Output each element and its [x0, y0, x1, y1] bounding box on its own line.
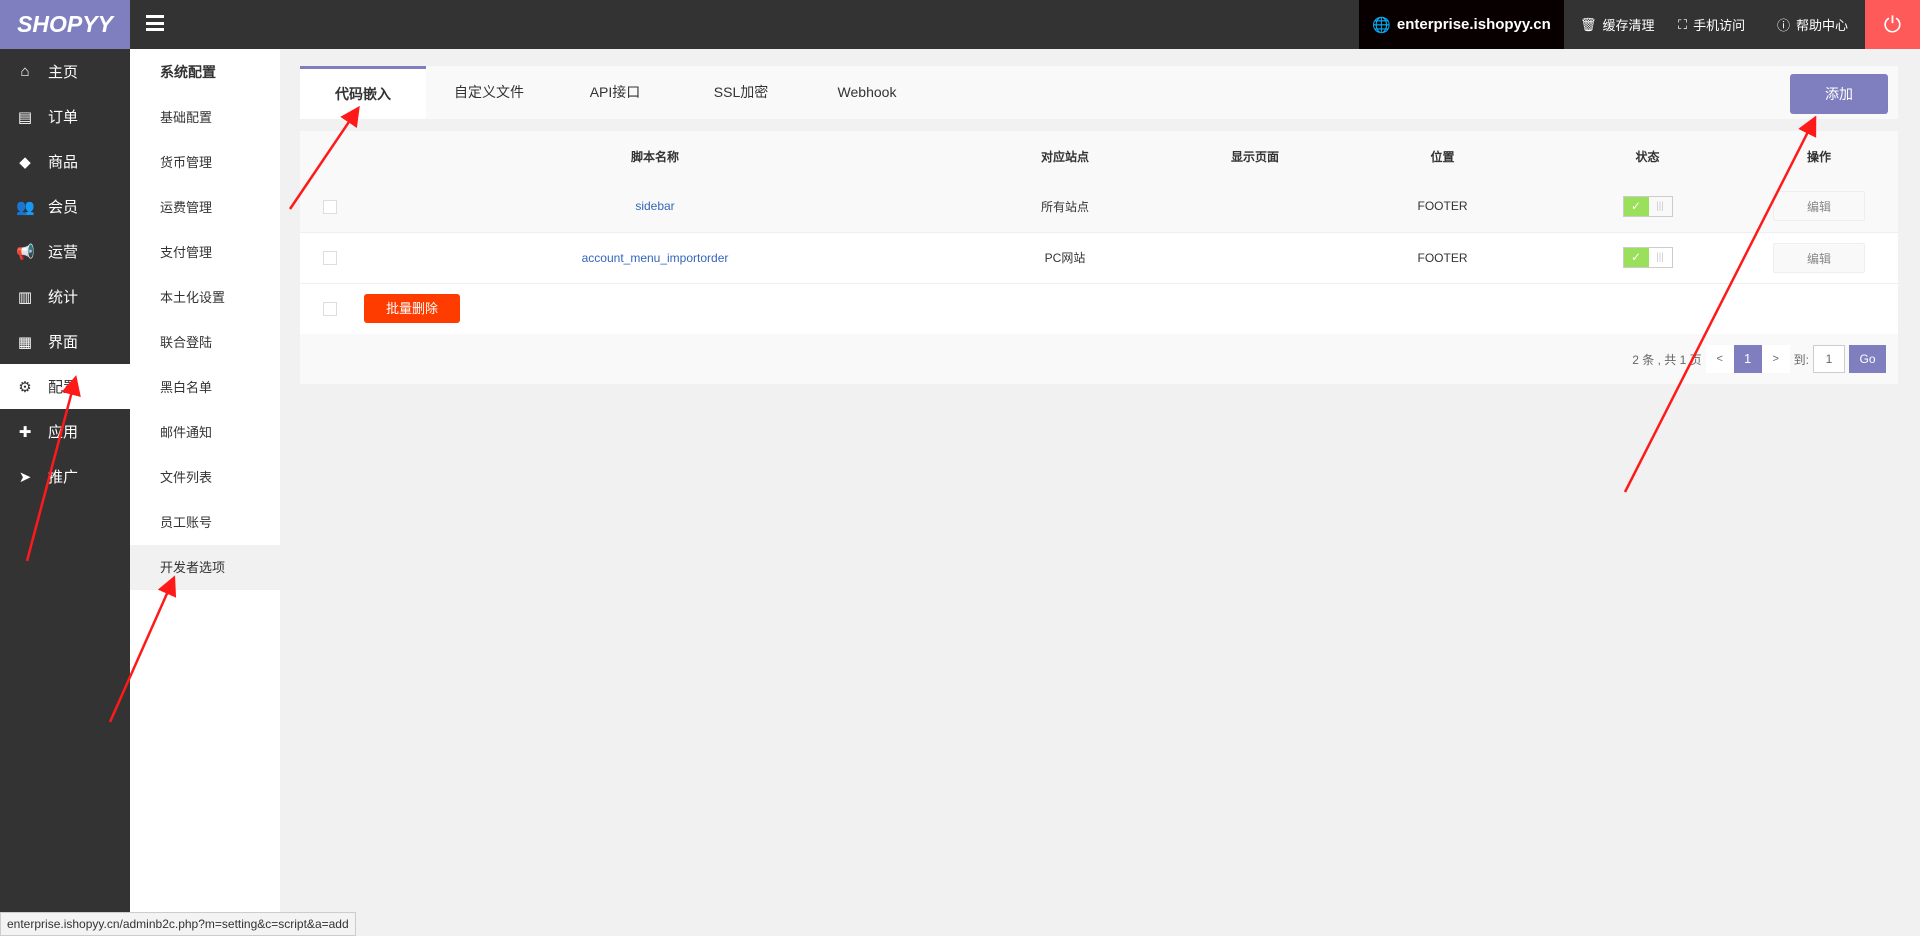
submenu-item[interactable]: 本土化设置 [130, 275, 280, 320]
add-button[interactable]: 添加 [1790, 74, 1888, 114]
submenu-item[interactable]: 文件列表 [130, 455, 280, 500]
script-name-link[interactable]: account_menu_importorder [582, 251, 729, 265]
pagination: 2 条 , 共 1 页 < 1 > 到: 1 Go [300, 334, 1898, 384]
prev-page-button[interactable]: < [1705, 345, 1734, 373]
submenu-item[interactable]: 支付管理 [130, 230, 280, 275]
sidebar-item-interface[interactable]: ▦ 界面 [0, 319, 130, 364]
sidebar-item-home[interactable]: ⌂ 主页 [0, 49, 130, 94]
tab-api[interactable]: API接口 [552, 66, 678, 119]
tab-custom-files[interactable]: 自定义文件 [426, 66, 552, 119]
help-icon: ⓘ [1777, 18, 1791, 33]
megaphone-icon: 📢 [16, 243, 35, 261]
sidebar-item-orders[interactable]: ▤ 订单 [0, 94, 130, 139]
edit-button[interactable]: 编辑 [1773, 242, 1865, 273]
page-1-button[interactable]: 1 [1733, 345, 1762, 373]
script-name-link[interactable]: sidebar [635, 199, 674, 213]
position-cell: FOOTER [1330, 181, 1555, 233]
col-header: 状态 [1555, 131, 1740, 181]
clear-cache-button[interactable]: 🗑 缓存清理 [1580, 0, 1655, 49]
pagination-summary: 2 条 , 共 1 页 [1632, 352, 1702, 367]
site-cell: PC网站 [950, 232, 1180, 284]
submenu-item[interactable]: 基础配置 [130, 95, 280, 140]
submenu-item[interactable]: 联合登陆 [130, 320, 280, 365]
domain-link[interactable]: 🌐 enterprise.ishopyy.cn [1359, 0, 1564, 49]
order-icon: ▤ [17, 108, 33, 126]
col-header: 脚本名称 [360, 131, 950, 181]
batch-delete-button[interactable]: 批量删除 [364, 294, 460, 324]
batch-row: 批量删除 [300, 283, 1898, 334]
trash-icon: 🗑 [1580, 16, 1597, 32]
submenu-item[interactable]: 邮件通知 [130, 410, 280, 455]
chart-icon: ▥ [17, 288, 33, 306]
goto-label: 到: [1793, 352, 1809, 367]
tab-webhook[interactable]: Webhook [804, 66, 930, 119]
status-bar-url: enterprise.ishopyy.cn/adminb2c.php?m=set… [0, 912, 356, 936]
submenu-item[interactable]: 货币管理 [130, 140, 280, 185]
next-page-button[interactable]: > [1761, 345, 1790, 373]
puzzle-icon: ✚ [18, 423, 32, 441]
sidebar-item-marketing[interactable]: 📢 运营 [0, 229, 130, 274]
go-button[interactable]: Go [1849, 345, 1886, 373]
col-header: 操作 [1740, 131, 1898, 181]
submenu-item[interactable]: 黑白名单 [130, 365, 280, 410]
col-header: 位置 [1330, 131, 1555, 181]
status-toggle[interactable]: ✓ ||| [1622, 247, 1673, 268]
col-header: 对应站点 [950, 131, 1180, 181]
users-icon: 👥 [16, 198, 35, 216]
store-icon: ▦ [17, 333, 33, 351]
mobile-visit-button[interactable]: ⛶ 手机访问 [1678, 0, 1745, 49]
globe-icon: 🌐 [1372, 16, 1391, 34]
sidebar: ⌂ 主页 ▤ 订单 ◆ 商品 👥 会员 📢 运营 ▥ 统计 ▦ 界面 ⚙ 配置 ✚ 应用 ➤ 推广 [0, 49, 130, 936]
scan-icon: ⛶ [1678, 16, 1688, 32]
table-row: account_menu_importorder PC网站 FOOTER ✓ ||… [300, 232, 1898, 284]
sidebar-item-stats[interactable]: ▥ 统计 [0, 274, 130, 319]
position-cell: FOOTER [1330, 232, 1555, 284]
check-icon: ✓ [1623, 196, 1649, 216]
content-panel: 代码嵌入 自定义文件 API接口 SSL加密 Webhook 添加 脚本名称 对… [300, 66, 1898, 384]
power-icon[interactable]: ⏻ [1865, 0, 1920, 49]
table-row: sidebar 所有站点 FOOTER ✓ ||| 编辑 [300, 181, 1898, 233]
status-toggle[interactable]: ✓ ||| [1622, 195, 1673, 217]
submenu-title: 系统配置 [160, 64, 216, 80]
home-icon: ⌂ [20, 63, 30, 80]
check-icon: ✓ [1623, 248, 1649, 267]
box-icon: ◆ [19, 153, 31, 171]
menu-toggle-icon[interactable] [146, 15, 164, 31]
gear-icon: ⚙ [18, 378, 32, 396]
tab-bar: 代码嵌入 自定义文件 API接口 SSL加密 Webhook 添加 [300, 66, 1898, 119]
script-table: 脚本名称 对应站点 显示页面 位置 状态 操作 sidebar 所有站点 FOO… [300, 131, 1898, 334]
col-header: 显示页面 [1180, 131, 1330, 181]
tab-ssl[interactable]: SSL加密 [678, 66, 804, 119]
submenu-item[interactable]: 运费管理 [130, 185, 280, 230]
submenu-item-developer[interactable]: 开发者选项 [130, 545, 280, 590]
sidebar-item-settings[interactable]: ⚙ 配置 [0, 364, 130, 409]
submenu-item[interactable]: 员工账号 [130, 500, 280, 545]
page-cell [1180, 232, 1330, 284]
row-checkbox[interactable] [323, 199, 337, 214]
sidebar-item-apps[interactable]: ✚ 应用 [0, 409, 130, 454]
submenu: 系统配置 基础配置 货币管理 运费管理 支付管理 本土化设置 联合登陆 黑白名单… [130, 49, 280, 936]
select-all-checkbox[interactable] [323, 302, 337, 317]
row-checkbox[interactable] [323, 250, 337, 265]
sidebar-item-products[interactable]: ◆ 商品 [0, 139, 130, 184]
edit-button[interactable]: 编辑 [1773, 191, 1865, 222]
help-center-button[interactable]: ⓘ 帮助中心 [1777, 0, 1848, 49]
site-cell: 所有站点 [950, 181, 1180, 233]
top-bar: SHOPYY 🌐 enterprise.ishopyy.cn 🗑 缓存清理 ⛶ 手机访… [0, 0, 1920, 49]
goto-page-input[interactable]: 1 [1813, 345, 1845, 373]
paper-plane-icon: ➤ [18, 468, 32, 486]
page-cell [1180, 181, 1330, 233]
sidebar-item-members[interactable]: 👥 会员 [0, 184, 130, 229]
logo[interactable]: SHOPYY [0, 0, 130, 49]
tab-code-embed[interactable]: 代码嵌入 [300, 66, 426, 119]
sidebar-item-promotion[interactable]: ➤ 推广 [0, 454, 130, 499]
